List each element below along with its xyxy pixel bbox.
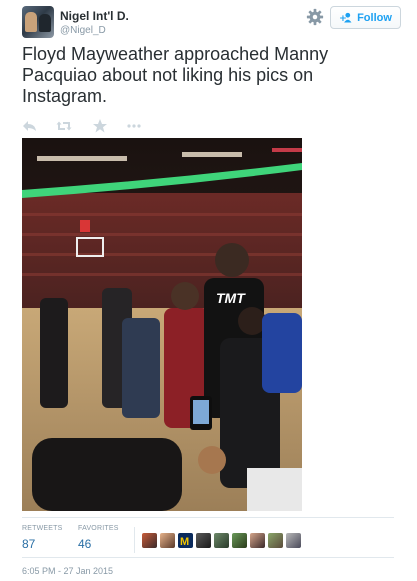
more-icon[interactable] bbox=[126, 118, 142, 134]
tweet-actions bbox=[22, 118, 162, 134]
favoriter-avatar[interactable] bbox=[196, 533, 211, 548]
favorites-count[interactable]: 46 bbox=[78, 537, 91, 551]
reply-icon[interactable] bbox=[22, 118, 38, 134]
divider bbox=[134, 527, 135, 553]
favoriter-avatar[interactable] bbox=[160, 533, 175, 548]
follow-button[interactable]: + Follow bbox=[330, 6, 401, 29]
tweet-stats: RETWEETS 87 FAVORITES 46 M bbox=[22, 525, 402, 557]
favoriter-avatar[interactable] bbox=[142, 533, 157, 548]
favoriter-avatar[interactable]: M bbox=[178, 533, 193, 548]
user-handle[interactable]: @Nigel_D bbox=[60, 25, 106, 36]
favoriter-avatar[interactable] bbox=[268, 533, 283, 548]
follow-user-icon: + bbox=[339, 12, 352, 23]
arena-photo: TMT bbox=[22, 138, 302, 511]
favorite-icon[interactable] bbox=[92, 118, 108, 134]
favoriter-avatar[interactable] bbox=[214, 533, 229, 548]
retweets-count[interactable]: 87 bbox=[22, 537, 35, 551]
divider bbox=[22, 557, 394, 558]
favoriter-avatar[interactable] bbox=[232, 533, 247, 548]
avatar[interactable] bbox=[22, 6, 54, 38]
divider bbox=[22, 517, 394, 518]
favoriter-avatar[interactable] bbox=[286, 533, 301, 548]
retweet-icon[interactable] bbox=[56, 118, 72, 134]
tweet-timestamp[interactable]: 6:05 PM - 27 Jan 2015 bbox=[22, 566, 113, 576]
follow-label: Follow bbox=[357, 11, 392, 24]
gear-icon[interactable] bbox=[306, 8, 324, 26]
user-name[interactable]: Nigel Int'l D. bbox=[60, 9, 129, 23]
tweet-text: Floyd Mayweather approached Manny Pacqui… bbox=[22, 44, 329, 106]
retweets-label: RETWEETS bbox=[22, 525, 63, 532]
tweet-header: Nigel Int'l D. @Nigel_D + Follow bbox=[22, 6, 402, 38]
shirt-text: TMT bbox=[216, 290, 246, 306]
favoriter-avatar[interactable] bbox=[250, 533, 265, 548]
svg-text:M: M bbox=[180, 536, 189, 548]
tweet-photo[interactable]: TMT bbox=[22, 138, 302, 511]
favorites-label: FAVORITES bbox=[78, 525, 119, 532]
